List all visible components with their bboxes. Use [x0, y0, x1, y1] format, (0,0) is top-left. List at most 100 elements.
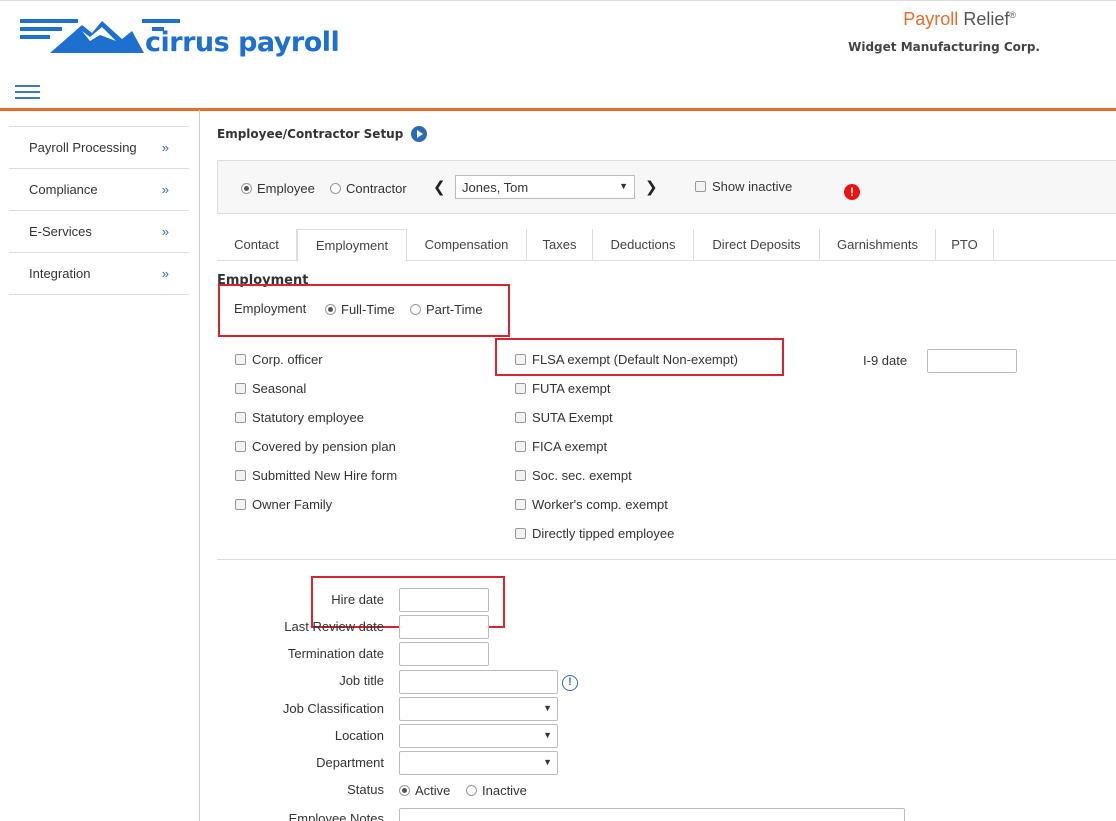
- corp-officer-checkbox[interactable]: Corp. officer: [235, 352, 323, 367]
- status-active-radio[interactable]: Active: [399, 783, 450, 798]
- tab-contact[interactable]: Contact: [217, 229, 297, 261]
- play-video-icon[interactable]: [411, 126, 428, 142]
- double-chevron-right-icon: »: [161, 140, 169, 155]
- employee-selector-bar: Employee Contractor ❮ Jones, Tom ▼ ❯ Sho…: [217, 160, 1116, 214]
- tab-compensation[interactable]: Compensation: [407, 229, 527, 261]
- checkbox-icon: [235, 354, 246, 365]
- show-inactive-checkbox[interactable]: Show inactive: [695, 179, 792, 194]
- logo-text: cirrus payroll: [145, 27, 340, 58]
- checkbox-icon: [515, 412, 526, 423]
- pension-plan-checkbox[interactable]: Covered by pension plan: [235, 439, 396, 454]
- checkbox-icon: [515, 383, 526, 394]
- product-name: Payroll Relief®: [903, 9, 1016, 30]
- radio-unselected-icon: [330, 183, 341, 194]
- tab-bar: Contact Employment Compensation Taxes De…: [217, 229, 1116, 262]
- checkbox-icon: [515, 528, 526, 539]
- sidebar-item-payroll-processing[interactable]: Payroll Processing »: [9, 127, 189, 169]
- checkbox-label: Worker's comp. exempt: [532, 497, 668, 512]
- sidebar-item-compliance[interactable]: Compliance »: [9, 169, 189, 211]
- radio-selected-icon: [241, 183, 252, 194]
- checkbox-label: Seasonal: [252, 381, 307, 396]
- status-inactive-label: Inactive: [482, 783, 527, 798]
- fica-exempt-checkbox[interactable]: FICA exempt: [515, 439, 607, 454]
- double-chevron-right-icon: »: [161, 224, 169, 239]
- show-inactive-label: Show inactive: [712, 179, 793, 194]
- checkbox-label: FICA exempt: [532, 439, 608, 454]
- job-classification-label: Job Classification: [282, 701, 384, 716]
- checkbox-icon: [515, 354, 526, 365]
- product-name-part1: Payroll: [903, 9, 959, 29]
- tab-pto[interactable]: PTO: [936, 229, 994, 261]
- part-time-radio[interactable]: Part-Time: [410, 302, 483, 317]
- chevron-left-icon[interactable]: ❮: [433, 178, 446, 196]
- tab-deductions[interactable]: Deductions: [593, 229, 694, 261]
- sidebar-nav: Payroll Processing » Compliance » E-Serv…: [9, 126, 189, 295]
- checkbox-icon: [235, 470, 246, 481]
- flsa-exempt-checkbox[interactable]: FLSA exempt (Default Non-exempt): [515, 352, 738, 367]
- double-chevron-right-icon: »: [161, 266, 169, 281]
- tab-taxes[interactable]: Taxes: [527, 229, 593, 261]
- location-select[interactable]: ▼: [399, 724, 558, 748]
- sidebar-item-label: Integration: [29, 266, 91, 281]
- chevron-right-icon[interactable]: ❯: [645, 178, 658, 196]
- department-select[interactable]: ▼: [399, 751, 558, 775]
- employee-notes-label: Employee Notes: [288, 811, 384, 821]
- full-time-radio[interactable]: Full-Time: [325, 302, 395, 317]
- contractor-radio-label: Contractor: [346, 181, 407, 196]
- sidebar-item-label: E-Services: [29, 224, 92, 239]
- sidebar-item-integration[interactable]: Integration »: [9, 253, 189, 295]
- i9-date-input[interactable]: [927, 349, 1017, 373]
- new-hire-form-checkbox[interactable]: Submitted New Hire form: [235, 468, 397, 483]
- hamburger-menu-icon[interactable]: [15, 85, 40, 99]
- soc-sec-exempt-checkbox[interactable]: Soc. sec. exempt: [515, 468, 632, 483]
- department-label: Department: [316, 755, 384, 770]
- checkbox-icon: [235, 412, 246, 423]
- workers-comp-exempt-checkbox[interactable]: Worker's comp. exempt: [515, 497, 668, 512]
- futa-exempt-checkbox[interactable]: FUTA exempt: [515, 381, 611, 396]
- employee-select[interactable]: Jones, Tom ▼: [455, 175, 635, 199]
- owner-family-checkbox[interactable]: Owner Family: [235, 497, 332, 512]
- radio-unselected-icon: [410, 304, 421, 315]
- statutory-employee-checkbox[interactable]: Statutory employee: [235, 410, 364, 425]
- info-icon[interactable]: !: [562, 675, 578, 691]
- tab-direct-deposits[interactable]: Direct Deposits: [694, 229, 820, 261]
- checkbox-label: Directly tipped employee: [532, 526, 675, 541]
- main-content: Employee/Contractor Setup Employee Contr…: [217, 110, 1116, 821]
- hire-date-label: Hire date: [331, 592, 384, 607]
- registered-mark: ®: [1009, 10, 1016, 20]
- contractor-radio[interactable]: Contractor: [330, 181, 407, 196]
- termination-date-label: Termination date: [287, 646, 384, 661]
- checkbox-icon: [515, 441, 526, 452]
- alert-icon[interactable]: !: [844, 184, 860, 200]
- location-label: Location: [334, 728, 384, 743]
- checkbox-icon: [235, 383, 246, 394]
- last-review-date-input[interactable]: [399, 615, 489, 639]
- checkbox-icon: [515, 499, 526, 510]
- caret-down-icon: ▼: [543, 757, 552, 767]
- app-header: cirrus payroll Payroll Relief® Widget Ma…: [0, 0, 1116, 111]
- radio-selected-icon: [399, 785, 410, 796]
- part-time-label: Part-Time: [426, 302, 483, 317]
- job-classification-select[interactable]: ▼: [399, 697, 558, 721]
- employee-notes-textarea[interactable]: [399, 808, 905, 821]
- checkbox-label: Statutory employee: [252, 410, 365, 425]
- employee-radio[interactable]: Employee: [241, 181, 315, 196]
- hire-date-input[interactable]: [399, 588, 489, 612]
- tab-employment[interactable]: Employment: [297, 229, 407, 262]
- status-label: Status: [347, 782, 384, 797]
- checkbox-icon: [695, 181, 706, 192]
- i9-date-label: I-9 date: [863, 353, 908, 368]
- termination-date-input[interactable]: [399, 642, 489, 666]
- suta-exempt-checkbox[interactable]: SUTA Exempt: [515, 410, 613, 425]
- sidebar-item-label: Payroll Processing: [29, 140, 137, 155]
- job-title-input[interactable]: [399, 670, 558, 694]
- directly-tipped-checkbox[interactable]: Directly tipped employee: [515, 526, 674, 541]
- seasonal-checkbox[interactable]: Seasonal: [235, 381, 306, 396]
- checkbox-label: FUTA exempt: [532, 381, 611, 396]
- caret-down-icon: ▼: [543, 730, 552, 740]
- page-title-text: Employee/Contractor Setup: [217, 127, 404, 141]
- tab-garnishments[interactable]: Garnishments: [820, 229, 936, 261]
- checkbox-icon: [515, 470, 526, 481]
- sidebar-item-e-services[interactable]: E-Services »: [9, 211, 189, 253]
- status-inactive-radio[interactable]: Inactive: [466, 783, 527, 798]
